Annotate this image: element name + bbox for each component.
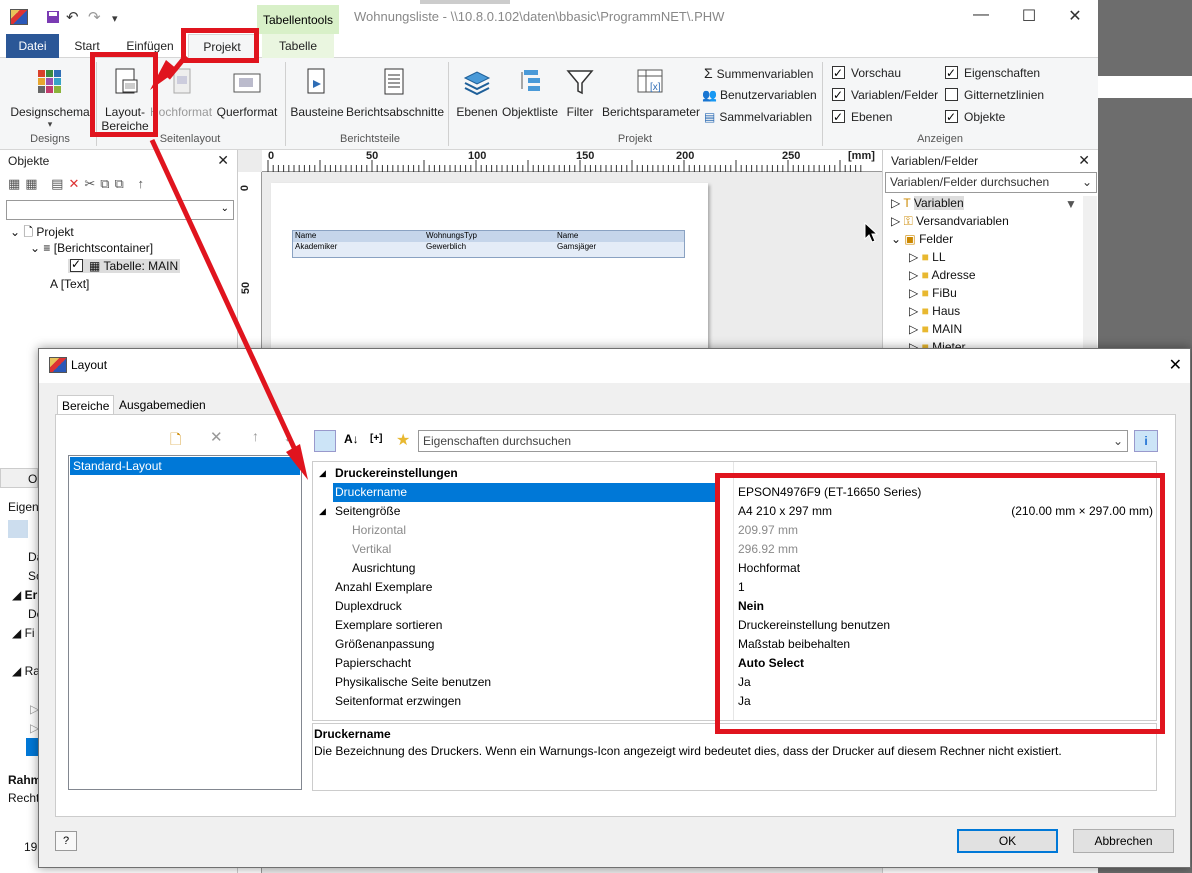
annotation-arrows <box>149 54 308 480</box>
